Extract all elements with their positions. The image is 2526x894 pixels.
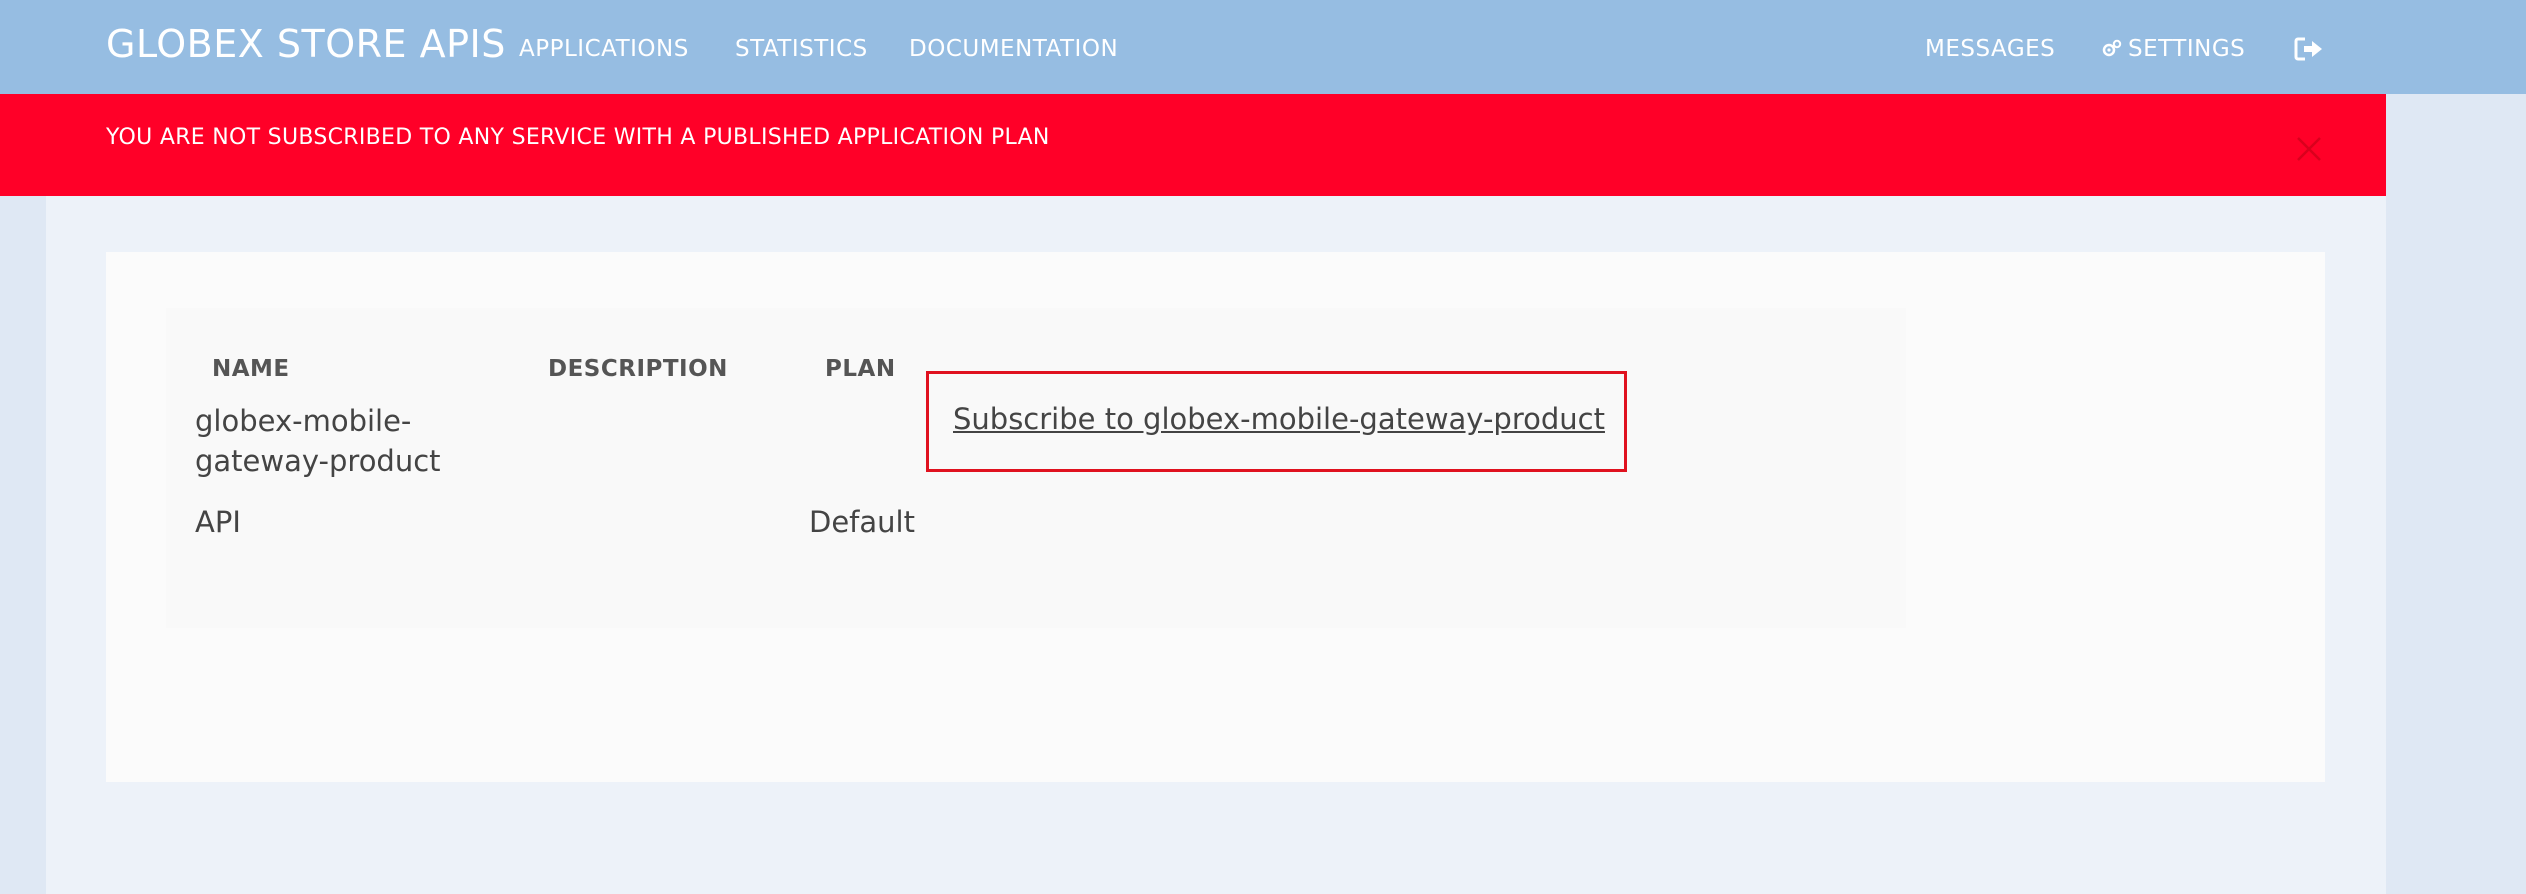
right-margin [2386,94,2526,894]
service-name: globex-mobile-gateway-product [195,404,441,478]
sign-out-icon [2294,37,2322,61]
top-navbar: GLOBEX STORE APIS APPLICATIONS STATISTIC… [0,0,2526,94]
nav-statistics[interactable]: STATISTICS [735,36,868,62]
nav-documentation[interactable]: DOCUMENTATION [909,36,1118,62]
column-header-name: NAME [212,356,290,382]
nav-settings-label: SETTINGS [2128,36,2246,62]
gears-icon [2102,39,2122,57]
column-header-description: DESCRIPTION [548,356,728,382]
close-icon [2297,137,2321,161]
nav-messages[interactable]: MESSAGES [1925,36,2055,62]
nav-settings[interactable]: SETTINGS [2102,36,2245,62]
alert-message: YOU ARE NOT SUBSCRIBED TO ANY SERVICE WI… [106,125,1050,150]
alert-banner: YOU ARE NOT SUBSCRIBED TO ANY SERVICE WI… [0,94,2526,196]
subscribe-link[interactable]: Subscribe to globex-mobile-gateway-produ… [953,402,1605,436]
service-type: API [195,505,241,539]
brand-title[interactable]: GLOBEX STORE APIS [106,22,506,66]
nav-applications[interactable]: APPLICATIONS [519,36,689,62]
logout-button[interactable] [2294,36,2324,66]
alert-close-button[interactable] [2294,134,2324,164]
column-header-plan: PLAN [825,356,896,382]
service-plan: Default [809,505,915,539]
